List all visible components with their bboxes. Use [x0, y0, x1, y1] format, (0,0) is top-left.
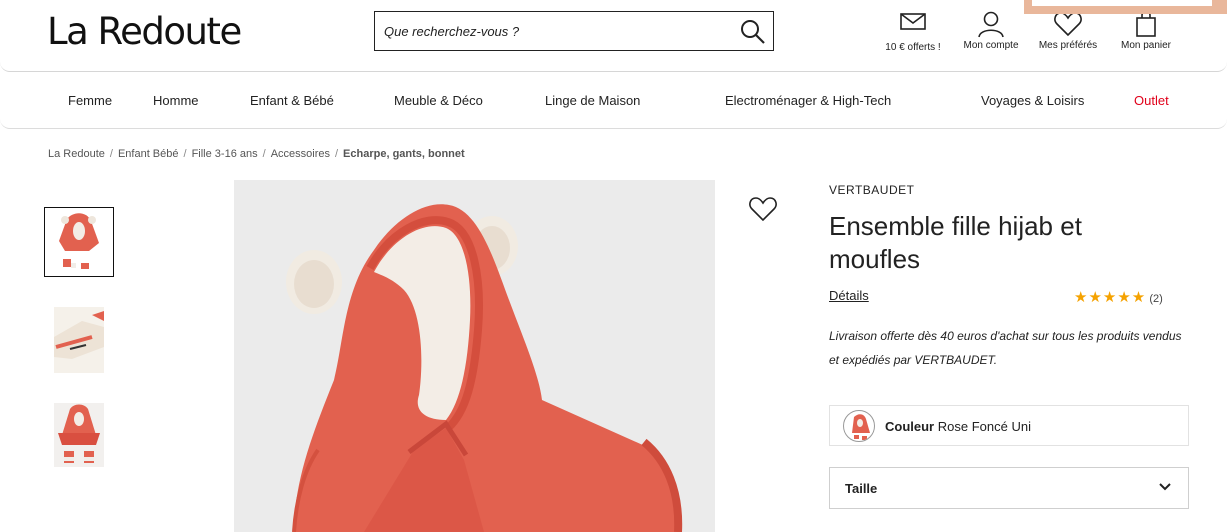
- heart-icon: [1054, 12, 1082, 37]
- account-link[interactable]: Mon compte: [951, 10, 1031, 51]
- site-logo[interactable]: La Redoute: [47, 10, 242, 53]
- nav-item-linge-maison[interactable]: Linge de Maison: [545, 93, 640, 108]
- product-main-image[interactable]: [234, 180, 715, 532]
- breadcrumb-item[interactable]: Fille 3-16 ans: [192, 148, 258, 160]
- product-thumbnail[interactable]: [44, 207, 114, 277]
- rating-count: (2): [1149, 293, 1163, 305]
- product-title: Ensemble fille hijab et moufles: [829, 211, 1082, 274]
- breadcrumb-item[interactable]: Accessoires: [271, 148, 330, 160]
- shopping-bag-icon: [1136, 11, 1156, 37]
- add-to-favorites-heart-icon[interactable]: [748, 193, 778, 223]
- main-nav: Femme Homme Enfant & Bébé Meuble & Déco …: [0, 73, 1227, 129]
- site-header: La Redoute 10 € offerts ! Mon compte: [0, 0, 1227, 72]
- nav-item-voyages-loisirs[interactable]: Voyages & Loisirs: [981, 93, 1084, 108]
- favorites-link[interactable]: Mes préférés: [1028, 10, 1108, 51]
- offers-label: 10 € offerts !: [885, 42, 941, 53]
- size-label: Taille: [845, 481, 878, 496]
- product-rating[interactable]: ★★★★★ (2): [1074, 288, 1163, 306]
- nav-item-enfant-bebe[interactable]: Enfant & Bébé: [250, 93, 334, 108]
- product-page: La Redoute 10 € offerts ! Mon compte: [0, 0, 1227, 532]
- breadcrumb-current: Echarpe, gants, bonnet: [343, 148, 465, 160]
- size-dropdown[interactable]: Taille: [829, 467, 1189, 509]
- breadcrumb-item[interactable]: Enfant Bébé: [118, 148, 179, 160]
- search-input[interactable]: [375, 12, 715, 50]
- breadcrumb: La Redoute / Enfant Bébé / Fille 3-16 ans / Ac…: [48, 148, 465, 160]
- breadcrumb-item[interactable]: La Redoute: [48, 148, 105, 160]
- color-swatch: [843, 410, 875, 442]
- product-brand[interactable]: VERTBAUDET: [829, 183, 914, 197]
- shipping-info: Livraison offerte dès 40 euros d'achat s…: [829, 324, 1194, 372]
- offers-link[interactable]: 10 € offerts !: [873, 10, 953, 53]
- search-bar: [374, 11, 774, 51]
- search-icon[interactable]: [739, 18, 767, 46]
- details-link[interactable]: Détails: [829, 288, 869, 303]
- color-selector[interactable]: Couleur Rose Foncé Uni: [829, 405, 1189, 446]
- product-thumbnail[interactable]: [44, 304, 114, 374]
- nav-item-femme[interactable]: Femme: [68, 93, 112, 108]
- nav-item-electromenager[interactable]: Electroménager & High-Tech: [725, 93, 891, 108]
- nav-item-meuble-deco[interactable]: Meuble & Déco: [394, 93, 483, 108]
- account-label: Mon compte: [963, 40, 1019, 51]
- color-text: Couleur Rose Foncé Uni: [885, 419, 1031, 434]
- shipping-line: et expédiés par VERTBAUDET.: [829, 353, 998, 367]
- user-icon: [978, 11, 1004, 38]
- nav-item-outlet[interactable]: Outlet: [1134, 93, 1169, 108]
- chevron-down-icon: [1159, 483, 1171, 491]
- shipping-line: Livraison offerte dès 40 euros d'achat s…: [829, 329, 1182, 343]
- favorites-label: Mes préférés: [1038, 40, 1098, 51]
- color-value: Rose Foncé Uni: [937, 419, 1031, 434]
- cart-link[interactable]: Mon panier: [1106, 10, 1186, 51]
- corner-decoration: [1024, 0, 1227, 14]
- cart-label: Mon panier: [1120, 40, 1172, 51]
- product-thumbnail[interactable]: [44, 398, 114, 468]
- color-label: Couleur: [885, 419, 935, 434]
- star-rating-icons: ★★★★★: [1074, 289, 1147, 306]
- envelope-icon: [900, 13, 926, 30]
- nav-item-homme[interactable]: Homme: [153, 93, 199, 108]
